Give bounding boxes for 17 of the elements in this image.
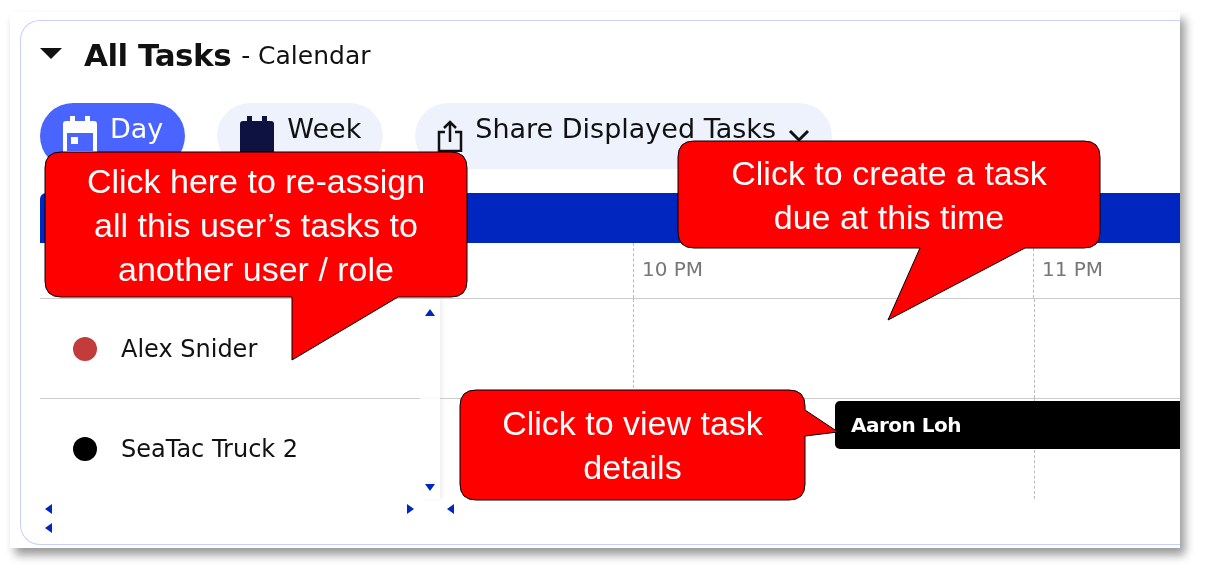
callout-text: Click to view task details	[501, 403, 764, 488]
panel-subtitle: - Calendar	[241, 40, 371, 70]
scroll-up-icon[interactable]	[424, 307, 436, 317]
scroll-right-icon[interactable]	[404, 504, 416, 514]
resource-name[interactable]: Alex Snider	[121, 334, 258, 363]
panel-title: All Tasks	[84, 37, 232, 73]
scroll-left-icon[interactable]	[43, 523, 55, 533]
resource-name[interactable]: SeaTac Truck 2	[121, 435, 299, 463]
task-bar[interactable]: Aaron Loh	[835, 401, 1180, 449]
scroll-left-icon[interactable]	[43, 504, 55, 514]
scroll-left-icon[interactable]	[445, 504, 457, 514]
scroll-down-icon[interactable]	[424, 483, 436, 493]
caret-icon[interactable]	[40, 46, 62, 60]
share-icon	[437, 120, 464, 152]
time-label: 11 PM	[1042, 257, 1104, 281]
time-label: 10 PM	[642, 257, 704, 281]
chevron-down-icon	[788, 129, 810, 143]
